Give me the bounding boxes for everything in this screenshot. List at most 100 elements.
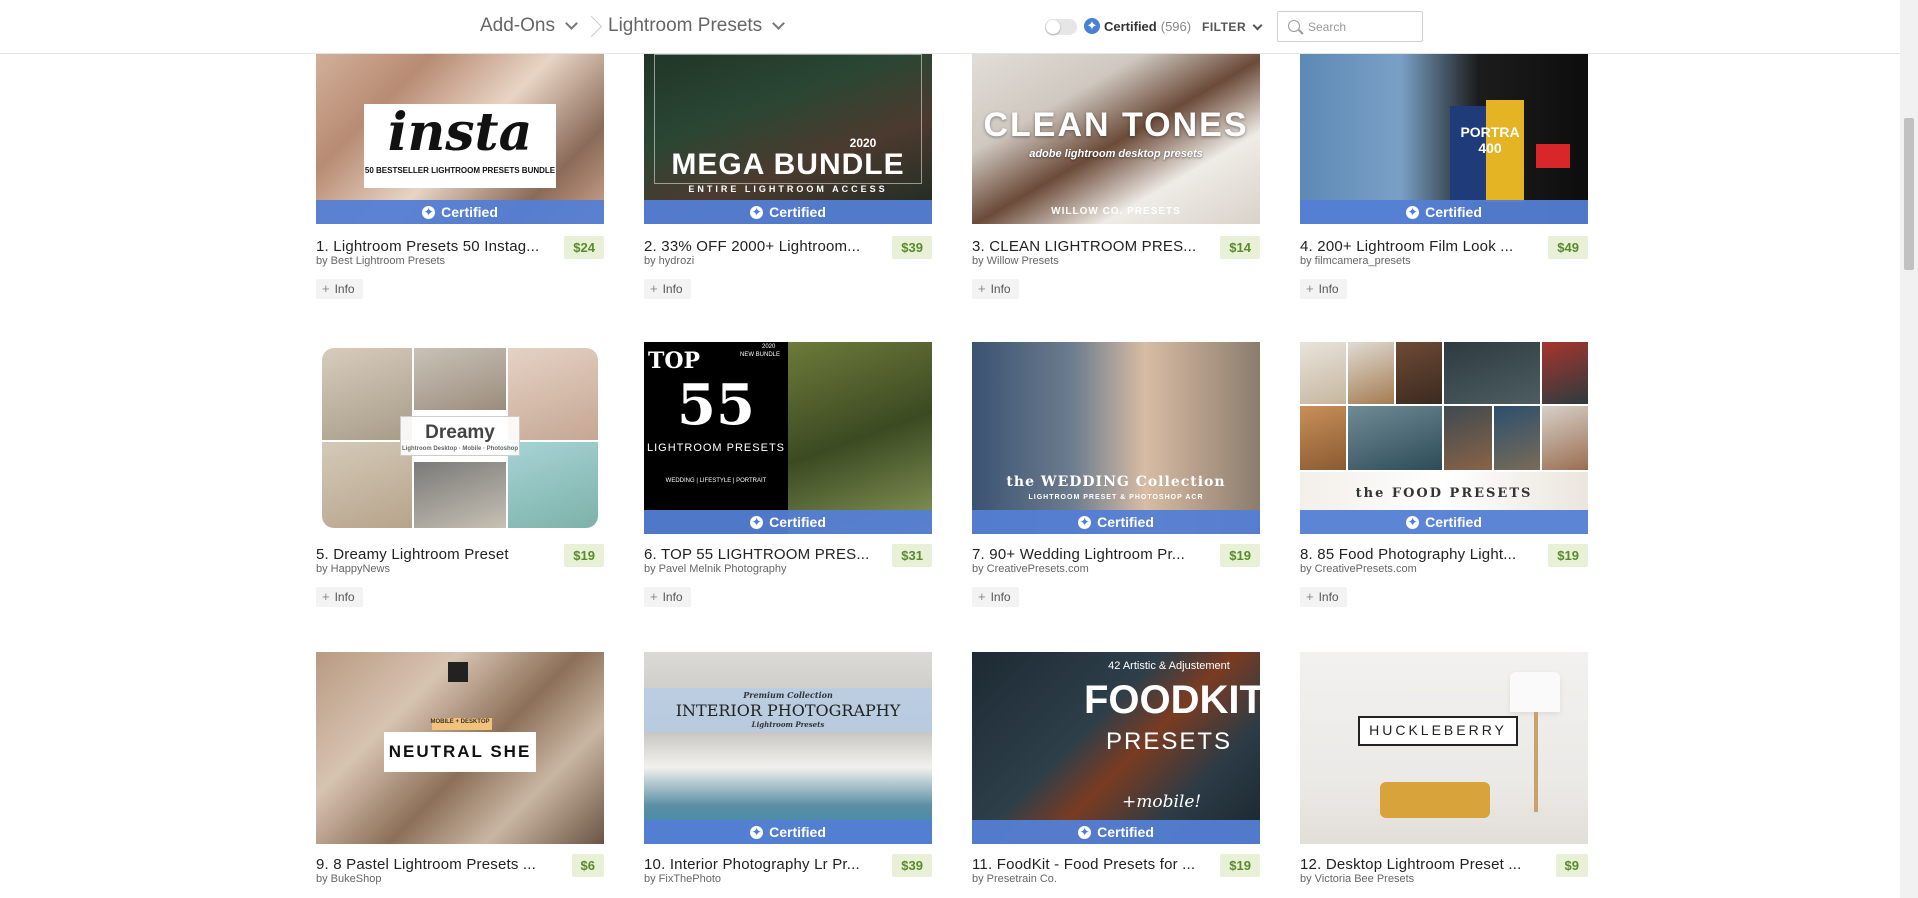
lamp-stand — [1534, 712, 1538, 812]
product-price[interactable]: $9 — [1555, 854, 1588, 877]
certified-filter-label: Certified — [1104, 18, 1157, 34]
thumbnail-title: the FOOD PRESETS — [1355, 486, 1533, 501]
thumbnail-title: 55 — [677, 372, 755, 438]
product-thumbnail[interactable]: Dreamy Lightroom Desktop · Mobile · Phot… — [316, 342, 604, 534]
breadcrumb-lightroom-presets[interactable]: Lightroom Presets — [608, 15, 786, 37]
product-author[interactable]: by BukeShop — [316, 873, 381, 885]
certified-filter[interactable]: ✦ Certified (596) — [1084, 18, 1191, 34]
info-button[interactable]: + Info — [644, 587, 691, 607]
plus-icon: + — [1306, 281, 1314, 296]
product-author[interactable]: by Pavel Melnik Photography — [644, 563, 786, 575]
certified-badge-icon: ✦ — [750, 204, 764, 219]
certified-toggle[interactable] — [1045, 19, 1077, 35]
product-title[interactable]: 11. FoodKit - Food Presets for ... — [972, 856, 1212, 873]
info-label: Info — [662, 282, 683, 296]
info-label: Info — [1318, 590, 1339, 604]
info-label: Info — [334, 282, 355, 296]
collage-tile — [1444, 406, 1492, 470]
product-price[interactable]: $39 — [892, 236, 932, 259]
certified-badge: ✦ Certified — [972, 820, 1260, 844]
collage-tile — [1444, 342, 1540, 404]
product-author[interactable]: by CreativePresets.com — [972, 563, 1089, 575]
certified-badge-label: Certified — [1425, 204, 1482, 220]
certified-badge-icon: ✦ — [750, 514, 764, 529]
product-thumbnail[interactable]: CLEAN TONES adobe lightroom desktop pres… — [972, 24, 1260, 224]
certified-badge-label: Certified — [441, 204, 498, 220]
product-thumbnail[interactable]: Premium Collection INTERIOR PHOTOGRAPHY … — [644, 652, 932, 844]
certified-count: (596) — [1160, 18, 1192, 34]
info-button[interactable]: + Info — [1300, 587, 1347, 607]
product-title[interactable]: 1. Lightroom Presets 50 Instag... — [316, 238, 556, 255]
product-thumbnail[interactable]: HUCKLEBERRY — [1300, 652, 1588, 844]
thumbnail-subtitle: 50 BESTSELLER LIGHTROOM PRESETS BUNDLE — [364, 166, 556, 175]
certified-badge-label: Certified — [769, 514, 826, 530]
product-author[interactable]: by filmcamera_presets — [1300, 255, 1411, 267]
product-author[interactable]: by CreativePresets.com — [1300, 563, 1417, 575]
certified-badge-label: Certified — [769, 204, 826, 220]
product-thumbnail[interactable]: insta 50 BESTSELLER LIGHTROOM PRESETS BU… — [316, 24, 604, 224]
product-price[interactable]: $14 — [1220, 236, 1260, 259]
product-price[interactable]: $19 — [1220, 544, 1260, 567]
scrollbar-thumb[interactable] — [1904, 118, 1914, 270]
certified-badge-icon: ✦ — [1084, 18, 1100, 34]
info-button[interactable]: + Info — [316, 587, 363, 607]
product-price[interactable]: $24 — [564, 236, 604, 259]
thumbnail-title: insta — [387, 102, 533, 163]
product-price[interactable]: $39 — [892, 854, 932, 877]
info-label: Info — [990, 590, 1011, 604]
product-title[interactable]: 10. Interior Photography Lr Pr... — [644, 856, 884, 873]
product-price[interactable]: $19 — [564, 544, 604, 567]
product-title[interactable]: 5. Dreamy Lightroom Preset — [316, 546, 556, 563]
info-label: Info — [662, 590, 683, 604]
product-author[interactable]: by Best Lightroom Presets — [316, 255, 445, 267]
search-input[interactable] — [1308, 17, 1416, 37]
product-thumbnail[interactable]: 42 Artistic & Adjustement FOODKIT PRESET… — [972, 652, 1260, 844]
collage-tile — [508, 442, 598, 528]
certified-badge-label: Certified — [1097, 514, 1154, 530]
product-author[interactable]: by Willow Presets — [972, 255, 1059, 267]
product-thumbnail[interactable]: the WEDDING Collection LIGHTROOM PRESET … — [972, 342, 1260, 534]
product-title[interactable]: 8. 85 Food Photography Light... — [1300, 546, 1540, 563]
info-button[interactable]: + Info — [1300, 279, 1347, 299]
product-author[interactable]: by hydrozi — [644, 255, 694, 267]
info-button[interactable]: + Info — [972, 587, 1019, 607]
breadcrumb-add-ons[interactable]: Add-Ons — [480, 15, 578, 37]
product-author[interactable]: by Victoria Bee Presets — [1300, 873, 1414, 885]
product-thumbnail[interactable]: the FOOD PRESETS ✦ Certified — [1300, 342, 1588, 534]
product-author[interactable]: by HappyNews — [316, 563, 390, 575]
product-price[interactable]: $31 — [892, 544, 932, 567]
plus-icon: + — [978, 589, 986, 604]
product-price[interactable]: $19 — [1220, 854, 1260, 877]
product-price[interactable]: $6 — [571, 854, 604, 877]
product-title[interactable]: 4. 200+ Lightroom Film Look ... — [1300, 238, 1540, 255]
product-title[interactable]: 12. Desktop Lightroom Preset ... — [1300, 856, 1540, 873]
product-title[interactable]: 3. CLEAN LIGHTROOM PRES... — [972, 238, 1212, 255]
lamp-shade — [1510, 672, 1560, 712]
info-button[interactable]: + Info — [316, 279, 363, 299]
thumbnail-title: NEUTRAL SHE — [388, 742, 532, 761]
product-thumbnail[interactable]: MOBILE + DESKTOP NEUTRAL SHE — [316, 652, 604, 844]
collage-tile — [1300, 406, 1346, 470]
info-button[interactable]: + Info — [644, 279, 691, 299]
certified-badge-icon: ✦ — [422, 204, 436, 219]
thumbnail-image — [788, 342, 932, 534]
product-title[interactable]: 9. 8 Pastel Lightroom Presets ... — [316, 856, 556, 873]
product-title[interactable]: 7. 90+ Wedding Lightroom Pr... — [972, 546, 1212, 563]
product-title[interactable]: 2. 33% OFF 2000+ Lightroom... — [644, 238, 884, 255]
product-title[interactable]: 6. TOP 55 LIGHTROOM PRES... — [644, 546, 884, 563]
thumbnail-subtitle: ENTIRE LIGHTROOM ACCESS — [688, 184, 888, 194]
certified-badge: ✦ Certified — [644, 200, 932, 224]
filter-dropdown[interactable]: FILTER — [1202, 20, 1263, 34]
product-author[interactable]: by Presetrain Co. — [972, 873, 1057, 885]
product-thumbnail[interactable]: TOP 2020 NEW BUNDLE 55 LIGHTROOM PRESETS… — [644, 342, 932, 534]
product-price[interactable]: $19 — [1548, 544, 1588, 567]
plus-icon: + — [1306, 589, 1314, 604]
product-thumbnail[interactable]: 2020 MEGA BUNDLE ENTIRE LIGHTROOM ACCESS… — [644, 24, 932, 224]
product-price[interactable]: $49 — [1548, 236, 1588, 259]
product-thumbnail[interactable]: PORTRA 400 ✦ Certified — [1300, 24, 1588, 224]
certified-badge-icon: ✦ — [1406, 204, 1420, 219]
search-box[interactable] — [1277, 11, 1423, 42]
info-button[interactable]: + Info — [972, 279, 1019, 299]
plus-icon: + — [322, 281, 330, 296]
product-author[interactable]: by FixThePhoto — [644, 873, 721, 885]
